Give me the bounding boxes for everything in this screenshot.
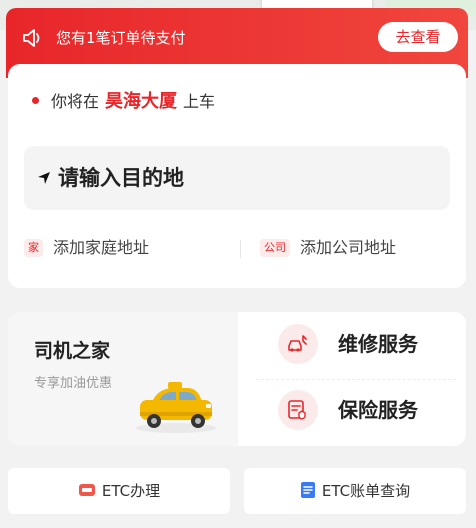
repair-service-button[interactable]: 维修服务 [272, 320, 452, 372]
repair-service-label: 维修服务 [338, 332, 418, 356]
etc-apply-label: ETC办理 [101, 482, 161, 500]
pending-payment-message: 您有1笔订单待支付 [56, 29, 186, 47]
home-address-label: 添加家庭地址 [53, 238, 150, 257]
insurance-service-button[interactable]: 保险服务 [272, 386, 452, 438]
driver-home-entry[interactable]: 司机之家 专享加油优惠 [8, 312, 238, 446]
divider [256, 379, 456, 380]
taxi-icon [136, 382, 216, 433]
pickup-dot-icon [32, 97, 39, 104]
work-address-label: 添加公司地址 [300, 238, 397, 257]
home-tag: 家 [24, 238, 43, 257]
speaker-icon [23, 29, 40, 47]
etc-apply-button[interactable]: ETC办理 [8, 468, 230, 514]
insurance-doc-icon [278, 390, 318, 430]
destination-input[interactable]: 请输入目的地 [24, 146, 450, 210]
ride-booking-card: 你将在 昊海大厦 上车 请输入目的地 家添加家庭地址 公司 添加公司地址 [8, 64, 466, 288]
driver-services-card: 司机之家 专享加油优惠 维修服务 保险服务 [8, 312, 466, 446]
view-order-button[interactable]: 去查看 [378, 22, 458, 52]
destination-placeholder: 请输入目的地 [58, 166, 184, 190]
pickup-location[interactable]: 你将在 昊海大厦 上车 [32, 90, 215, 114]
pickup-suffix: 上车 [183, 92, 216, 111]
bill-icon [300, 481, 315, 498]
etc-card-icon [78, 483, 95, 496]
work-tag: 公司 [260, 238, 290, 257]
driver-home-title: 司机之家 [34, 340, 111, 362]
driver-home-subtitle: 专享加油优惠 [34, 376, 113, 391]
divider [240, 240, 241, 258]
etc-bill-query-label: ETC账单查询 [321, 482, 411, 500]
pickup-place: 昊海大厦 [105, 91, 178, 112]
insurance-service-label: 保险服务 [338, 398, 418, 422]
add-work-address[interactable]: 公司 添加公司地址 [260, 236, 396, 260]
etc-bill-query-button[interactable]: ETC账单查询 [244, 468, 466, 514]
pickup-prefix: 你将在 [51, 92, 100, 111]
wrench-car-icon [278, 324, 318, 364]
navigation-arrow-icon [38, 172, 50, 184]
add-home-address[interactable]: 家添加家庭地址 [24, 236, 149, 260]
